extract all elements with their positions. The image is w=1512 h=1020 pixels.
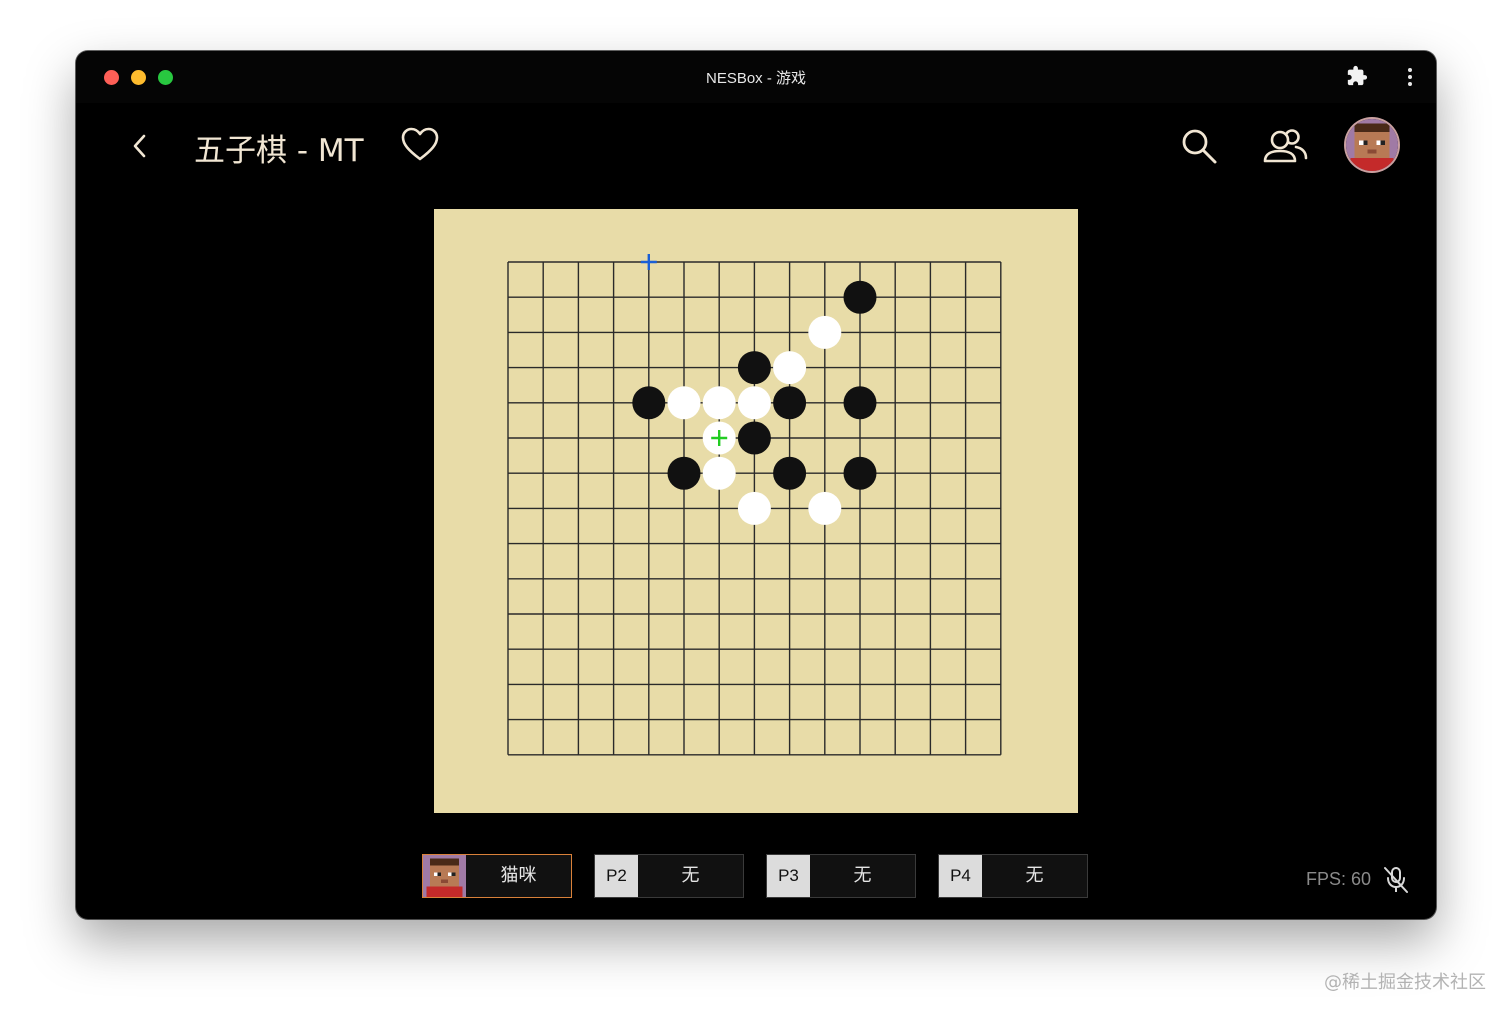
- white-stone: [737, 491, 771, 525]
- black-stone: [773, 456, 807, 490]
- white-stone: [808, 491, 842, 525]
- black-stone: [843, 280, 877, 314]
- black-stone: [737, 351, 771, 385]
- app-bar: 五子棋 - MT: [76, 103, 1436, 189]
- title-bar: NESBox - 游戏: [76, 51, 1436, 103]
- white-stone: [737, 386, 771, 420]
- heart-icon[interactable]: [400, 125, 440, 165]
- player-slot-p3[interactable]: P3 无: [766, 854, 916, 898]
- more-menu-icon[interactable]: [1402, 65, 1418, 89]
- fps-counter: FPS: 60: [1306, 869, 1372, 889]
- back-icon[interactable]: [128, 131, 152, 161]
- cursor-p1-icon: [640, 254, 657, 270]
- white-stone: [702, 386, 736, 420]
- player-name: 无: [1025, 865, 1044, 886]
- white-stone: [773, 351, 807, 385]
- black-stone: [843, 386, 877, 420]
- player-slot-p2[interactable]: P2 无: [594, 854, 744, 898]
- player-avatar: [423, 855, 466, 897]
- gomoku-board[interactable]: [434, 209, 1078, 813]
- mic-muted-icon[interactable]: [1382, 865, 1410, 895]
- users-icon[interactable]: [1262, 127, 1308, 165]
- user-avatar[interactable]: [1346, 119, 1398, 171]
- black-stone: [632, 386, 666, 420]
- player-name: 猫咪: [500, 865, 537, 886]
- white-stone: [808, 315, 842, 349]
- white-stone: [702, 456, 736, 490]
- puzzle-icon[interactable]: [1346, 65, 1368, 87]
- black-stone: [737, 421, 771, 455]
- player-badge: P4: [939, 855, 982, 897]
- board-canvas[interactable]: [434, 209, 1078, 813]
- watermark: @稀土掘金技术社区: [1324, 972, 1486, 993]
- window-title: NESBox - 游戏: [705, 70, 807, 87]
- black-stone: [667, 456, 701, 490]
- black-stone: [843, 456, 877, 490]
- app-window: NESBox - 游戏 五子棋 - MT 猫咪 P2 无 P3 无 P4 无 F…: [76, 51, 1436, 919]
- white-stone: [667, 386, 701, 420]
- player-slot-p1[interactable]: 猫咪: [422, 854, 572, 898]
- player-badge: P2: [595, 855, 638, 897]
- player-name: 无: [681, 865, 700, 886]
- player-slot-p4[interactable]: P4 无: [938, 854, 1088, 898]
- black-stone: [773, 386, 807, 420]
- game-title: 五子棋 - MT: [194, 133, 364, 169]
- player-name: 无: [853, 865, 872, 886]
- search-icon[interactable]: [1180, 127, 1218, 165]
- player-badge: P3: [767, 855, 810, 897]
